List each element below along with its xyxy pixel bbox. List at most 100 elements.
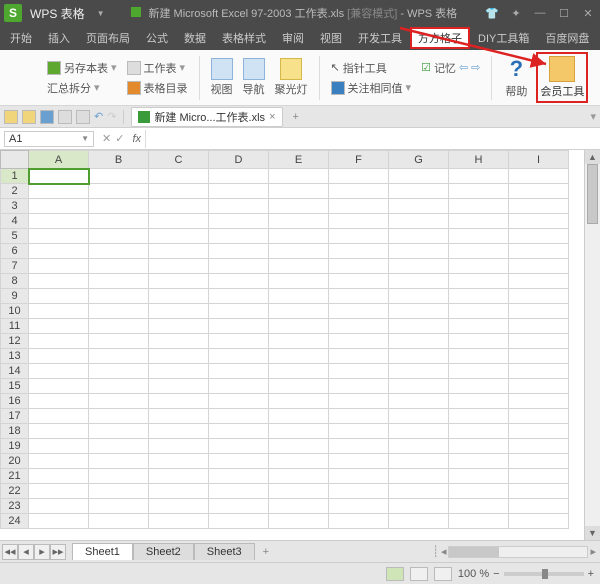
cell[interactable] [209,334,269,349]
cell[interactable] [329,304,389,319]
cell[interactable] [329,454,389,469]
row-header[interactable]: 12 [1,334,29,349]
cell[interactable] [389,229,449,244]
menu-table-style[interactable]: 表格样式 [214,27,274,49]
cell[interactable] [329,229,389,244]
row-header[interactable]: 4 [1,214,29,229]
row-header[interactable]: 16 [1,394,29,409]
cell[interactable] [509,499,569,514]
cell[interactable] [389,379,449,394]
cell[interactable] [209,199,269,214]
cell[interactable] [389,214,449,229]
cell[interactable] [29,244,89,259]
cell[interactable] [449,499,509,514]
cell[interactable] [269,409,329,424]
new-tab-button[interactable]: + [287,111,305,123]
cell[interactable] [89,439,149,454]
cell[interactable] [89,514,149,529]
cell[interactable] [269,304,329,319]
cell[interactable] [149,319,209,334]
cell[interactable] [29,439,89,454]
settings-icon[interactable]: ✦ [508,7,524,20]
cell[interactable] [149,184,209,199]
cell[interactable] [149,484,209,499]
row-header[interactable]: 20 [1,454,29,469]
cell[interactable] [209,364,269,379]
cell[interactable] [269,424,329,439]
cell[interactable] [149,259,209,274]
menu-review[interactable]: 审阅 [274,27,312,49]
cell[interactable] [449,334,509,349]
view-page-button[interactable] [410,567,428,581]
cell[interactable] [509,439,569,454]
cell[interactable] [89,469,149,484]
cell[interactable] [209,184,269,199]
cell[interactable] [89,259,149,274]
row-header[interactable]: 23 [1,499,29,514]
cell[interactable] [149,409,209,424]
cell[interactable] [149,514,209,529]
cell[interactable] [149,394,209,409]
cell[interactable] [329,274,389,289]
cell[interactable] [89,319,149,334]
cell[interactable] [89,394,149,409]
cell[interactable] [509,424,569,439]
cell[interactable] [209,214,269,229]
cell[interactable] [389,274,449,289]
cell[interactable] [509,319,569,334]
cell[interactable] [389,484,449,499]
cell[interactable] [389,184,449,199]
cell[interactable] [209,424,269,439]
select-all-corner[interactable] [1,151,29,169]
cell[interactable] [449,274,509,289]
row-header[interactable]: 21 [1,469,29,484]
view-button[interactable]: 视图 [208,58,236,97]
view-normal-button[interactable] [386,567,404,581]
cell[interactable] [449,199,509,214]
hscroll-left-icon[interactable]: ◂ [441,545,447,558]
cell[interactable] [209,169,269,184]
cell[interactable] [269,439,329,454]
scroll-up-icon[interactable]: ▲ [585,150,600,164]
zoom-label[interactable]: 100 % [458,568,489,580]
cell[interactable] [89,274,149,289]
cell[interactable] [29,409,89,424]
cell[interactable] [329,199,389,214]
horizontal-scrollbar[interactable] [448,546,588,558]
tab-nav-last-icon[interactable]: ▸▸ [50,544,66,560]
cell[interactable] [29,199,89,214]
cell[interactable] [329,334,389,349]
cell[interactable] [449,379,509,394]
qat-undo-icon[interactable]: ↶ [94,110,103,123]
cell[interactable] [29,274,89,289]
cell[interactable] [89,454,149,469]
cell[interactable] [209,499,269,514]
cell[interactable] [509,304,569,319]
cell[interactable] [29,304,89,319]
cell[interactable] [149,439,209,454]
cell[interactable] [449,289,509,304]
cell[interactable] [329,319,389,334]
cell[interactable] [329,259,389,274]
col-header[interactable]: C [149,151,209,169]
cell[interactable] [149,379,209,394]
vertical-scrollbar[interactable]: ▲ ▼ [584,150,600,540]
cell[interactable] [509,469,569,484]
cell[interactable] [449,454,509,469]
table-toc-button[interactable]: 表格目录 [124,79,191,97]
cell[interactable] [29,394,89,409]
cell[interactable] [509,349,569,364]
cell[interactable] [509,394,569,409]
cell[interactable] [89,229,149,244]
cell[interactable] [209,349,269,364]
cell[interactable] [89,244,149,259]
sheet-tab[interactable]: Sheet1 [72,543,133,560]
row-header[interactable]: 17 [1,409,29,424]
cell[interactable] [449,514,509,529]
cell[interactable] [509,169,569,184]
cell[interactable] [449,469,509,484]
cell[interactable] [389,349,449,364]
cell[interactable] [509,289,569,304]
menu-insert[interactable]: 插入 [40,27,78,49]
cell[interactable] [509,199,569,214]
